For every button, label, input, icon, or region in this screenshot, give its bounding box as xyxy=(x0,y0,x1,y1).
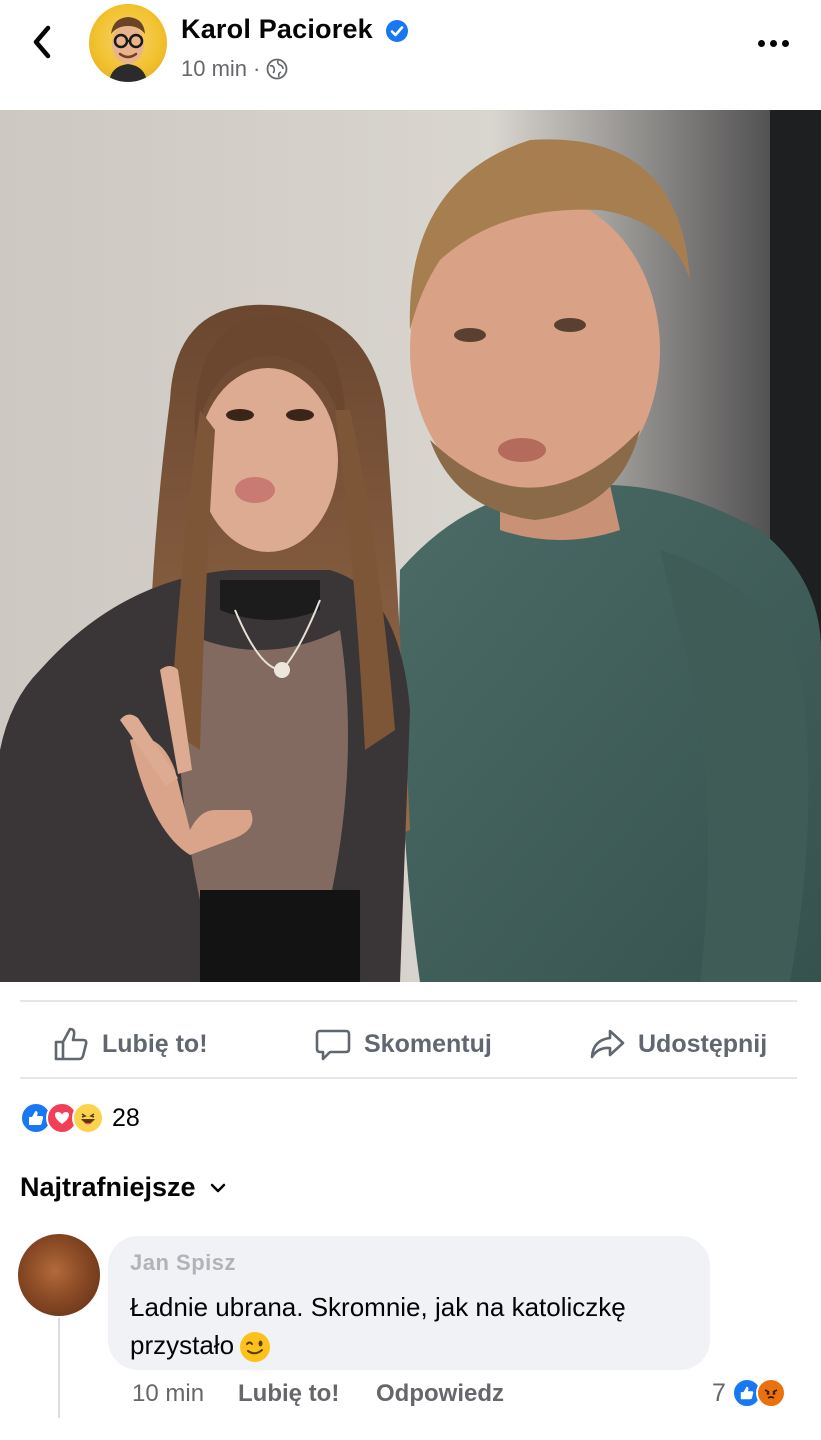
comment-button[interactable]: Skomentuj xyxy=(314,1022,492,1066)
winking-face-icon xyxy=(240,1332,271,1363)
comment-text: Ładnie ubrana. Skromnie, jak na katolicz… xyxy=(130,1288,690,1364)
divider xyxy=(20,1077,797,1079)
chevron-left-icon xyxy=(33,25,51,59)
back-button[interactable] xyxy=(22,22,62,62)
comment-icon xyxy=(315,1029,351,1061)
post-photo[interactable] xyxy=(0,110,821,982)
comment-reactions[interactable]: 7 xyxy=(712,1378,786,1408)
share-label: Udostępnij xyxy=(638,1029,768,1058)
comment-time[interactable]: 10 min xyxy=(132,1380,204,1408)
author-name[interactable]: Karol Paciorek xyxy=(181,14,373,45)
share-button[interactable]: Udostępnij xyxy=(588,1022,767,1066)
more-dot xyxy=(757,39,765,47)
meta-separator: · xyxy=(253,56,261,81)
angry-reaction-icon xyxy=(755,1378,786,1408)
post-header: Karol Paciorek 10 min · xyxy=(0,0,821,110)
share-icon xyxy=(590,1029,625,1059)
post-meta: 10 min · xyxy=(181,56,288,82)
comment-thread-line xyxy=(58,1318,60,1418)
more-options-button[interactable] xyxy=(750,28,796,58)
commenter-avatar[interactable] xyxy=(18,1234,100,1316)
more-dot xyxy=(769,39,777,47)
like-label: Lubię to! xyxy=(102,1029,208,1058)
post-photo-image xyxy=(0,110,821,982)
sort-label: Najtrafniejsze xyxy=(20,1172,196,1202)
comment-label: Skomentuj xyxy=(364,1029,492,1058)
comment-like-button[interactable]: Lubię to! xyxy=(238,1380,339,1408)
thumbs-up-icon xyxy=(54,1027,88,1061)
post-time[interactable]: 10 min xyxy=(181,56,247,82)
divider xyxy=(20,1000,797,1002)
chevron-down-icon xyxy=(210,1183,225,1192)
reaction-count: 28 xyxy=(112,1103,140,1132)
haha-reaction-icon xyxy=(72,1102,104,1134)
globe-icon xyxy=(266,58,288,80)
comment-sort-dropdown[interactable]: Najtrafniejsze xyxy=(20,1172,228,1203)
comment-reply-button[interactable]: Odpowiedz xyxy=(376,1380,504,1408)
comment-reaction-count: 7 xyxy=(712,1378,726,1407)
reactions-summary[interactable]: 28 xyxy=(20,1100,140,1136)
commenter-name[interactable]: Jan Spisz xyxy=(130,1250,236,1276)
comment-body: Ładnie ubrana. Skromnie, jak na katolicz… xyxy=(130,1292,626,1360)
author-avatar[interactable] xyxy=(89,4,167,82)
more-dot xyxy=(781,39,789,47)
verified-badge-icon xyxy=(386,20,408,42)
like-button[interactable]: Lubię to! xyxy=(52,1022,208,1066)
author-avatar-image xyxy=(109,17,147,82)
